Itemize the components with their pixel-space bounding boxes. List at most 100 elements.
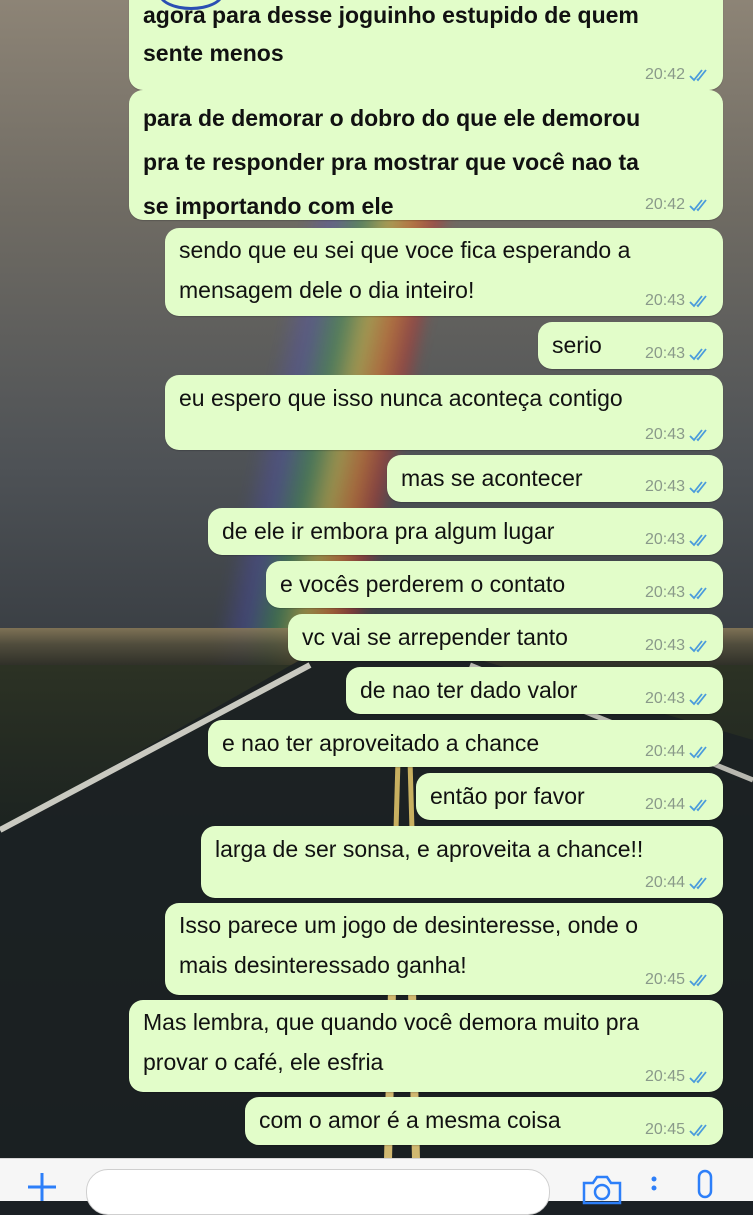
message-bubble[interactable]: de ele ir embora pra algum lugar 20:43 [208,508,723,555]
message-line: larga de ser sonsa, e aproveita a chance… [215,836,644,862]
message-meta: 20:44 [645,874,711,892]
message-bubble[interactable]: larga de ser sonsa, e aproveita a chance… [201,826,723,898]
double-check-icon [689,746,707,759]
message-bubble[interactable]: de nao ter dado valor 20:43 [346,667,723,714]
input-bar [0,1158,753,1215]
message-meta: 20:43 [645,478,711,496]
double-check-icon [689,1071,707,1084]
double-check-icon [689,348,707,361]
message-time: 20:42 [644,196,685,213]
message-text: para de demorar o dobro do que ele demor… [143,96,640,228]
double-check-icon [689,877,707,890]
more-icon[interactable] [650,1175,658,1201]
message-text: eu espero que isso nunca aconteça contig… [179,382,623,414]
microphone-icon[interactable] [690,1169,720,1209]
message-text: larga de ser sonsa, e aproveita a chance… [215,833,643,865]
message-line: e nao ter aproveitado a chance [222,730,540,756]
message-line: sendo que eu sei que voce fica esperando… [179,237,631,263]
message-line: de nao ter dado valor [360,677,578,703]
message-text: então por favor [430,780,585,812]
message-bubble[interactable]: vc vai se arrepender tanto 20:43 [288,614,723,661]
message-meta: 20:45 [645,1068,711,1086]
message-bubble[interactable]: serio 20:43 [538,322,723,369]
message-time: 20:43 [644,531,685,548]
double-check-icon [689,295,707,308]
message-meta: 20:43 [645,292,711,310]
message-bubble[interactable]: mas se acontecer 20:43 [387,455,723,502]
message-text: vc vai se arrepender tanto [302,621,568,653]
double-check-icon [689,587,707,600]
message-line: mais desinteressado ganha! [179,952,467,978]
message-line: e vocês perderem o contato [280,571,566,597]
message-line: pra te responder pra mostrar que você na… [143,149,639,175]
message-meta: 20:42 [645,196,711,214]
message-time: 20:43 [644,292,685,309]
message-text: e vocês perderem o contato [280,568,565,600]
message-bubble[interactable]: eu espero que isso nunca aconteça contig… [165,375,723,450]
message-text: de nao ter dado valor [360,674,577,706]
message-bubble[interactable]: Isso parece um jogo de desinteresse, ond… [165,903,723,995]
message-bubble[interactable]: Mas lembra, que quando você demora muito… [129,1000,723,1092]
message-line: serio [552,332,602,358]
double-check-icon [689,640,707,653]
message-time: 20:43 [644,478,685,495]
message-text: e nao ter aproveitado a chance [222,727,539,759]
message-line: se importando com ele [143,193,394,219]
message-line: agora para desse joguinho estupido de qu… [143,2,639,28]
message-bubble[interactable]: com o amor é a mesma coisa 20:45 [245,1097,723,1145]
message-meta: 20:43 [645,426,711,444]
message-bubble[interactable]: e vocês perderem o contato 20:43 [266,561,723,608]
message-meta: 20:43 [645,345,711,363]
message-line: sente menos [143,40,284,66]
message-bubble[interactable]: sendo que eu sei que voce fica esperando… [165,228,723,316]
message-line: Isso parece um jogo de desinteresse, ond… [179,912,639,938]
double-check-icon [689,429,707,442]
double-check-icon [689,69,707,82]
message-time: 20:44 [644,874,685,891]
message-bubble[interactable]: agora para desse joguinho estupido de qu… [129,0,723,90]
message-meta: 20:43 [645,531,711,549]
message-time: 20:43 [644,690,685,707]
double-check-icon [689,799,707,812]
message-time: 20:43 [644,637,685,654]
double-check-icon [689,481,707,494]
message-meta: 20:42 [645,66,711,84]
message-time: 20:43 [644,426,685,443]
message-bubble[interactable]: e nao ter aproveitado a chance 20:44 [208,720,723,767]
message-line: de ele ir embora pra algum lugar [222,518,555,544]
message-meta: 20:45 [645,971,711,989]
message-input[interactable] [86,1169,550,1215]
message-text: sendo que eu sei que voce fica esperando… [179,230,630,310]
message-bubble[interactable]: então por favor 20:44 [416,773,723,820]
message-time: 20:45 [644,1121,685,1138]
double-check-icon [689,199,707,212]
message-text: serio [552,329,602,361]
message-time: 20:42 [644,66,685,83]
message-line: com o amor é a mesma coisa [259,1107,561,1133]
message-time: 20:43 [644,584,685,601]
message-meta: 20:43 [645,637,711,655]
message-text: agora para desse joguinho estupido de qu… [143,0,639,72]
message-meta: 20:43 [645,690,711,708]
message-text: Isso parece um jogo de desinteresse, ond… [179,905,638,985]
message-line: vc vai se arrepender tanto [302,624,568,650]
message-time: 20:44 [644,743,685,760]
message-time: 20:44 [644,796,685,813]
message-text: com o amor é a mesma coisa [259,1104,561,1136]
message-line: eu espero que isso nunca aconteça contig… [179,385,623,411]
double-check-icon [689,1124,707,1137]
message-line: mas se acontecer [401,465,583,491]
message-text: de ele ir embora pra algum lugar [222,515,554,547]
double-check-icon [689,974,707,987]
message-time: 20:43 [644,345,685,362]
camera-icon[interactable] [580,1173,624,1205]
double-check-icon [689,534,707,547]
message-line: provar o café, ele esfria [143,1049,384,1075]
message-meta: 20:43 [645,584,711,602]
message-text: Mas lembra, que quando você demora muito… [143,1002,639,1082]
message-line: mensagem dele o dia inteiro! [179,277,475,303]
message-text: mas se acontecer [401,462,583,494]
message-line: então por favor [430,783,585,809]
message-bubble[interactable]: para de demorar o dobro do que ele demor… [129,90,723,220]
message-line: para de demorar o dobro do que ele demor… [143,105,641,131]
